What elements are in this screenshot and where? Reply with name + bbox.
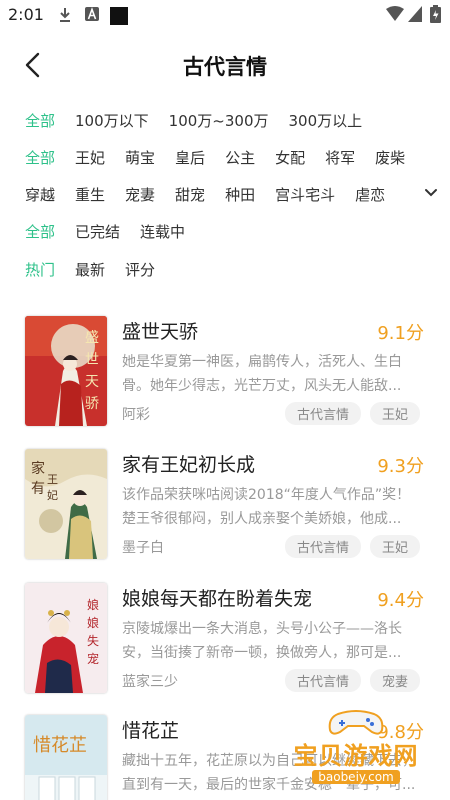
sort-rating[interactable]: 评分 [125,259,155,280]
book-tags: 古代言情 王妃 [276,535,420,558]
book-author: 蓝家三少 [122,674,178,690]
status-time: 2:01 [8,5,44,24]
book-tag[interactable]: 王妃 [369,402,420,425]
gamepad-icon [328,710,384,735]
book-author: 墨子白 [122,540,164,556]
book-list-item[interactable]: 娘 娘 失 宠 娘娘每天都在盼着失宠 9.4分 京陵城爆出一条大消息，头号小公子… [0,583,450,701]
watermark-logo: 宝贝游戏网 baobeiy.com [272,706,440,796]
filter-category-row1: 全部 王妃 萌宝 皇后 公主 女配 将军 废柴 [25,145,425,169]
svg-text:王: 王 [47,473,58,486]
book-list-item[interactable]: 盛 世 天 骄 盛世天骄 9.1分 她是华夏第一神医，扁鹊传人，活死人、生白骨。… [0,316,450,434]
book-tag[interactable]: 宠妻 [369,669,420,692]
filter-category-tianchong[interactable]: 甜宠 [175,184,205,205]
signal-icon [408,6,422,22]
filter-category-feichai[interactable]: 废柴 [375,147,405,168]
book-tag[interactable]: 古代言情 [284,402,361,425]
book-list-item[interactable]: 家 有 王 妃 家有王妃初长成 9.3分 该作品荣获咪咕阅读2018“年度人气作… [0,449,450,567]
book-tag[interactable]: 古代言情 [284,535,361,558]
download-icon [60,8,70,22]
svg-text:妃: 妃 [47,488,58,502]
filter-category-wangfei[interactable]: 王妃 [75,147,105,168]
svg-text:有: 有 [31,481,45,497]
expand-chevron-icon[interactable] [422,186,440,200]
app-a-icon [85,7,99,21]
watermark-url-label: baobeiy.com [312,770,400,784]
svg-text:宠: 宠 [87,651,99,666]
book-author: 阿彩 [122,407,150,423]
filter-category-gongdou[interactable]: 宫斗宅斗 [275,184,335,205]
book-title[interactable]: 惜花芷 [122,716,179,743]
svg-text:天: 天 [85,374,99,390]
filter-category-jiangjun[interactable]: 将军 [325,147,355,168]
book-tag[interactable]: 古代言情 [284,669,361,692]
svg-text:盛: 盛 [85,330,99,346]
book-cover[interactable]: 娘 娘 失 宠 [25,583,107,693]
book-tags: 古代言情 王妃 [276,402,420,425]
svg-text:失: 失 [87,633,99,648]
book-score: 9.1分 [377,323,424,344]
book-cover[interactable]: 惜花芷 [25,715,107,800]
filter-category-huanghou[interactable]: 皇后 [175,147,205,168]
filter-word-count-over-3m[interactable]: 300万以上 [289,110,363,131]
svg-text:惜花芷: 惜花芷 [33,735,87,756]
book-title[interactable]: 娘娘每天都在盼着失宠 [122,584,312,611]
svg-text:骄: 骄 [85,396,99,412]
filter-category-row2: 穿越 重生 宠妻 甜宠 种田 宫斗宅斗 虐恋 [25,182,405,206]
filter-word-count-all[interactable]: 全部 [25,110,55,131]
filter-status-completed[interactable]: 已完结 [75,221,120,242]
book-score: 9.4分 [377,590,424,611]
book-description: 该作品荣获咪咕阅读2018“年度人气作品”奖！楚王爷很郁闷，别人成亲娶个美娇娘，… [122,487,411,527]
filter-status-ongoing[interactable]: 连载中 [140,221,185,242]
filter-category-zhongtian[interactable]: 种田 [225,184,255,205]
filter-category-nvpei[interactable]: 女配 [275,147,305,168]
filter-word-count-1m-3m[interactable]: 100万~300万 [169,110,269,131]
notification-square-icon [110,7,128,25]
filter-status: 全部 已完结 连载中 [25,219,205,243]
wifi-icon [386,6,404,21]
filter-status-all[interactable]: 全部 [25,221,55,242]
book-description: 京陵城爆出一条大消息，头号小公子——洛长安，当街揍了新帝一顿，换做旁人，那可是.… [122,621,402,661]
page-title: 古代言情 [183,55,267,79]
filter-category-chongsheng[interactable]: 重生 [75,184,105,205]
watermark-url: baobeiy.com [272,766,440,785]
filter-category-chuanyue[interactable]: 穿越 [25,184,55,205]
header: 古代言情 [0,40,450,90]
status-bar: 2:01 [0,0,450,30]
filter-word-count-under-1m[interactable]: 100万以下 [75,110,149,131]
book-tag[interactable]: 王妃 [369,535,420,558]
sort-latest[interactable]: 最新 [75,259,105,280]
filter-category-nuelian[interactable]: 虐恋 [355,184,385,205]
svg-text:娘: 娘 [87,597,99,612]
book-score: 9.3分 [377,456,424,477]
book-title[interactable]: 盛世天骄 [122,317,198,344]
svg-text:世: 世 [85,352,99,368]
filter-category-chongqi[interactable]: 宠妻 [125,184,155,205]
filter-category-mengbao[interactable]: 萌宝 [125,147,155,168]
svg-text:家: 家 [31,460,45,477]
filter-sort: 热门 最新 评分 [25,257,175,281]
book-title[interactable]: 家有王妃初长成 [122,450,255,477]
filter-category-all[interactable]: 全部 [25,147,55,168]
book-cover[interactable]: 盛 世 天 骄 [25,316,107,426]
book-cover[interactable]: 家 有 王 妃 [25,449,107,559]
filter-category-gongzhu[interactable]: 公主 [225,147,255,168]
filter-word-count: 全部 100万以下 100万~300万 300万以上 [25,108,382,132]
battery-charging-icon [430,5,441,23]
book-description: 她是华夏第一神医，扁鹊传人，活死人、生白骨。她年少得志，光芒万丈，风头无人能敌.… [122,354,402,394]
sort-hot[interactable]: 热门 [25,259,55,280]
book-tags: 古代言情 宠妻 [276,669,420,692]
svg-text:娘: 娘 [87,615,99,630]
